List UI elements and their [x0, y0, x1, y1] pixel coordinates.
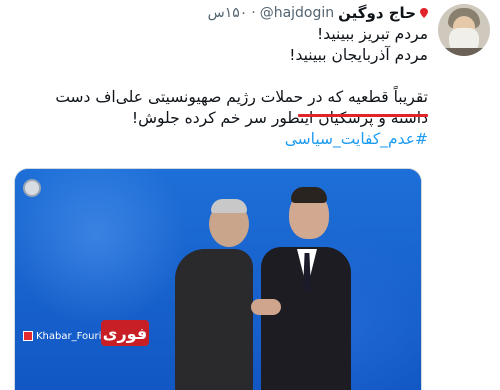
- red-underline-mark: [298, 114, 428, 117]
- emblem-icon: [23, 179, 41, 197]
- text-line: تقریباً قطعیه که در حملات رژیم صهیونسیتی…: [55, 88, 428, 106]
- tweet-media-image[interactable]: فوری Khabar_Fouri: [14, 168, 422, 390]
- pin-icon: [420, 8, 428, 18]
- channel-logo: Khabar_Fouri: [23, 329, 101, 343]
- channel-logo-text: Khabar_Fouri: [36, 330, 102, 342]
- avatar-shirt: [438, 48, 490, 56]
- breaking-badge-text: فوری: [102, 323, 148, 343]
- handshake: [251, 299, 281, 315]
- man-right-hair: [291, 187, 327, 203]
- channel-logo-icon: [23, 331, 33, 341]
- avatar[interactable]: [438, 4, 490, 56]
- man-left-suit: [175, 249, 253, 390]
- tweet-text: مردم تبریز ببینید! مردم آذربایجان ببینید…: [16, 24, 428, 150]
- tweet[interactable]: حاج دوگین @hajdogin · ۱۵۰س مردم تبریز بب…: [0, 0, 500, 390]
- author-handle[interactable]: @hajdogin: [260, 5, 334, 21]
- hashtag-link[interactable]: #عدم_کفایت_سیاسی: [16, 129, 428, 150]
- text-line: مردم تبریز ببینید!: [317, 25, 428, 43]
- tweet-time[interactable]: ۱۵۰س: [208, 5, 248, 21]
- breaking-badge: فوری: [101, 320, 149, 346]
- tweet-header: حاج دوگین @hajdogin · ۱۵۰س: [208, 2, 428, 24]
- man-left-hair: [211, 199, 247, 213]
- author-name[interactable]: حاج دوگین: [338, 4, 416, 22]
- separator-dot: ·: [251, 5, 256, 21]
- text-line: مردم آذربایجان ببینید!: [289, 46, 428, 64]
- text-line: داشته و پرسکیان اینطور سر خم کرده جلوش!: [131, 109, 428, 127]
